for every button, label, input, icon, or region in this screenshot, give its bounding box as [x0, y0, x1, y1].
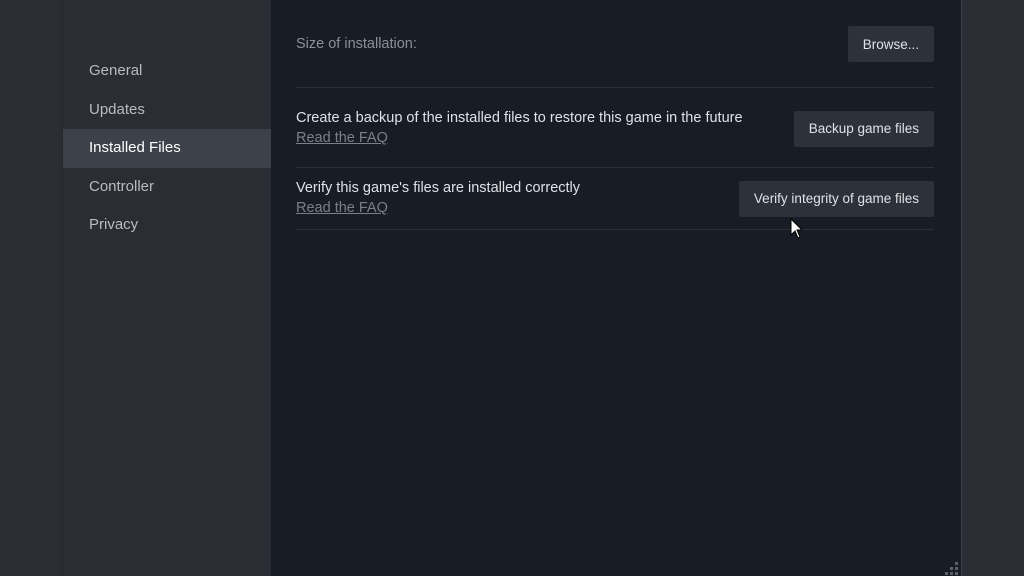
- mouse-cursor-icon: [790, 218, 804, 239]
- backup-description: Create a backup of the installed files t…: [296, 110, 743, 127]
- verify-text: Verify this game's files are installed c…: [296, 179, 580, 218]
- size-of-installation-row: Size of installation: Browse...: [296, 26, 934, 88]
- verify-faq-link[interactable]: Read the FAQ: [296, 199, 388, 218]
- resize-grip-icon[interactable]: [945, 562, 959, 576]
- installed-files-panel: Size of installation: Browse... Create a…: [271, 0, 962, 576]
- sidebar-item-general[interactable]: General: [63, 52, 271, 91]
- sidebar-item-controller[interactable]: Controller: [63, 168, 271, 207]
- backup-row: Create a backup of the installed files t…: [296, 88, 934, 168]
- sidebar-item-updates[interactable]: Updates: [63, 91, 271, 130]
- browse-button[interactable]: Browse...: [847, 26, 934, 62]
- sidebar-item-privacy[interactable]: Privacy: [63, 206, 271, 245]
- size-of-installation-label: Size of installation:: [296, 36, 417, 52]
- backup-faq-link[interactable]: Read the FAQ: [296, 129, 388, 148]
- properties-sidebar: General Updates Installed Files Controll…: [62, 0, 271, 576]
- sidebar-item-installed-files[interactable]: Installed Files: [63, 129, 271, 168]
- verify-integrity-button[interactable]: Verify integrity of game files: [738, 180, 934, 217]
- game-properties-dialog: General Updates Installed Files Controll…: [62, 0, 962, 576]
- verify-description: Verify this game's files are installed c…: [296, 180, 581, 197]
- backup-text: Create a backup of the installed files t…: [296, 109, 743, 148]
- verify-row: Verify this game's files are installed c…: [296, 168, 934, 230]
- backup-game-files-button[interactable]: Backup game files: [793, 110, 934, 147]
